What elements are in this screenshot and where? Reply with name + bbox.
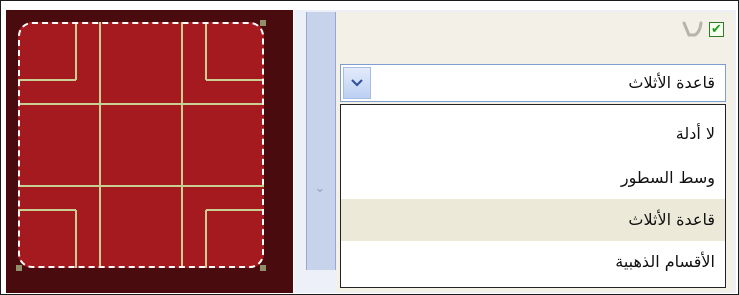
guide-toggle-row: ✔ [681, 20, 724, 38]
guides-enabled-checkbox[interactable]: ✔ [709, 21, 724, 37]
guide-type-select[interactable]: قاعدة الأثلاث [340, 64, 726, 102]
chevron-down-icon [351, 79, 363, 87]
hook-icon [682, 21, 703, 37]
guide-type-dropdown-list: لا أدلة وسط السطور قاعدة الأثلاث الأقسام… [340, 104, 726, 288]
corner-handle-top-right[interactable] [260, 20, 266, 26]
corner-handle-bottom-left[interactable] [16, 265, 22, 271]
option-no-guides[interactable]: لا أدلة [341, 113, 725, 155]
option-center-lines[interactable]: وسط السطور [341, 157, 725, 199]
dropdown-button[interactable] [343, 67, 371, 99]
option-rule-of-thirds[interactable]: قاعدة الأثلاث [341, 199, 725, 241]
composition-guides [18, 22, 264, 268]
selected-guide-type: قاعدة الأثلاث [628, 73, 715, 92]
checkmark-icon: ✔ [711, 21, 722, 37]
scroll-down-icon[interactable]: ⌄ [311, 178, 329, 200]
option-golden-sections[interactable]: الأقسام الذهبية [341, 241, 725, 283]
scrollbar[interactable] [306, 12, 336, 270]
corner-handle-bottom-right[interactable] [260, 265, 266, 271]
